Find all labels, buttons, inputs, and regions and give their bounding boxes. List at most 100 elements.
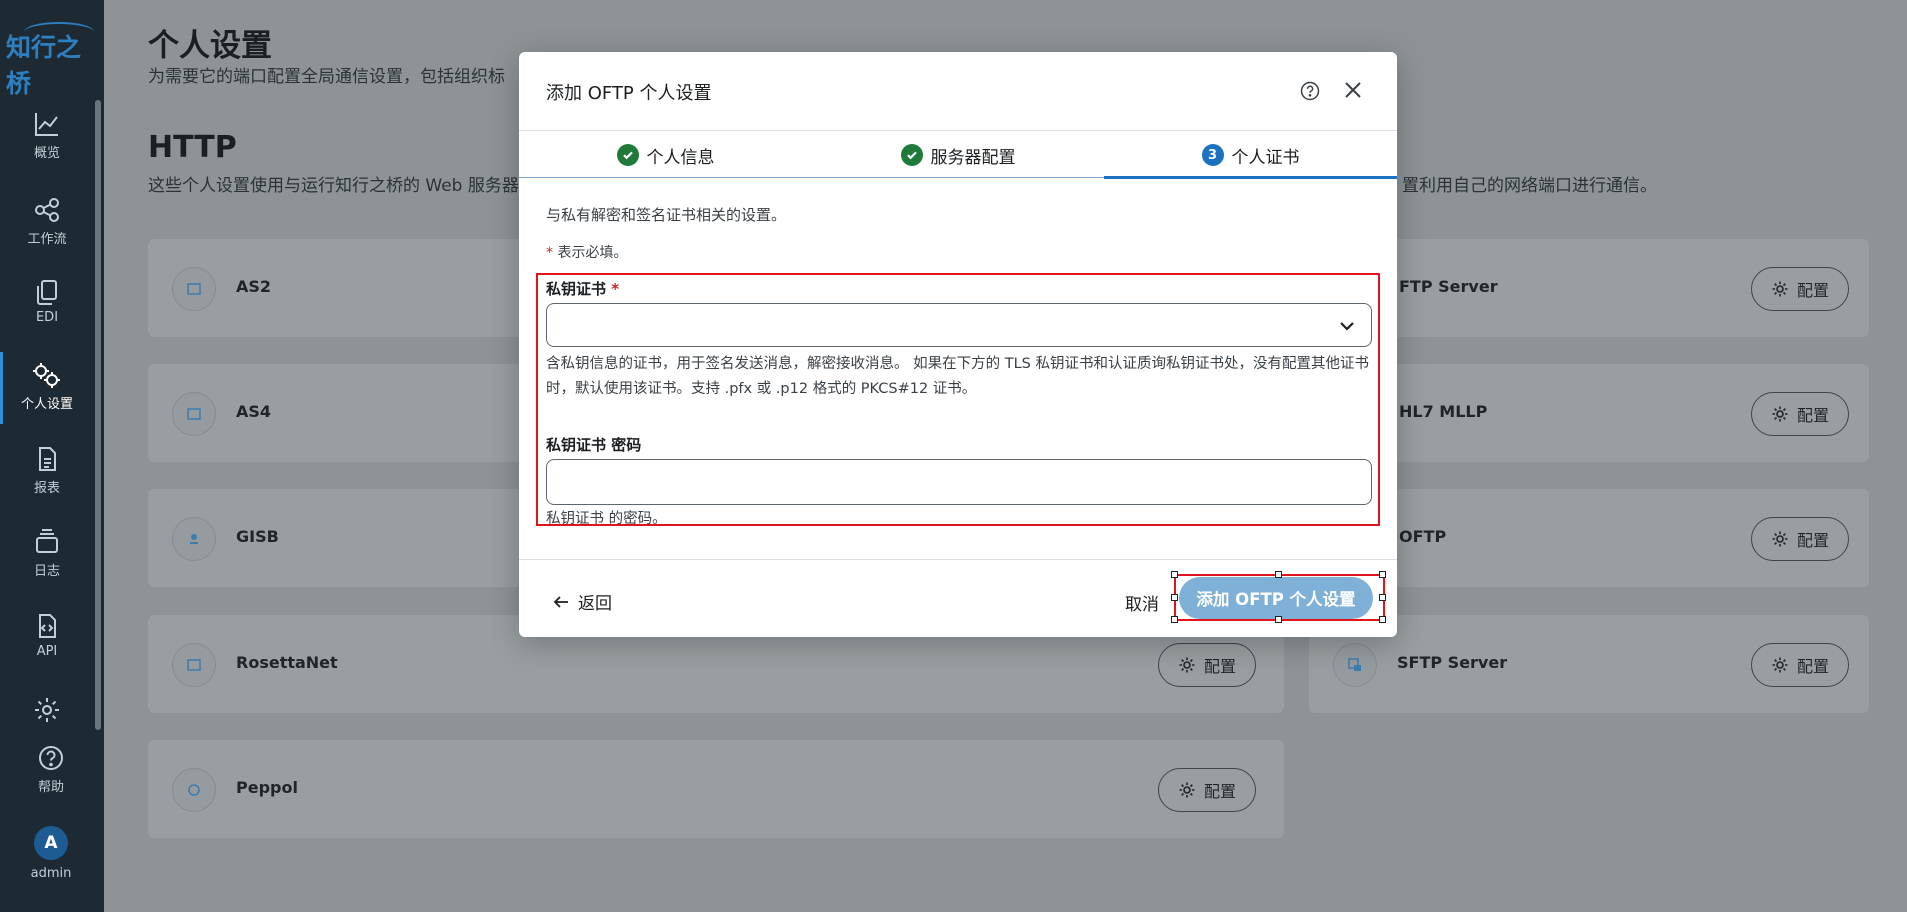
step-label: 服务器配置: [930, 147, 1016, 168]
page-title: 个人设置: [148, 28, 272, 64]
config-button[interactable]: 配置: [1158, 643, 1256, 687]
button-highlight-box: [1174, 574, 1385, 621]
config-button-label: 配置: [1796, 406, 1829, 425]
sidebar-item-help[interactable]: 帮助: [4, 744, 98, 795]
config-button-label: 配置: [1796, 657, 1829, 676]
logo: 知行之桥: [6, 33, 82, 98]
sidebar-item-profiles[interactable]: 个人设置: [0, 361, 94, 412]
config-button[interactable]: 配置: [1751, 643, 1849, 687]
avatar: A: [34, 826, 68, 860]
resize-handle: [1379, 594, 1386, 601]
section-description: 这些个人设置使用与运行知行之桥的 Web 服务器: [148, 176, 519, 196]
step-label: 个人信息: [646, 147, 715, 168]
user-menu[interactable]: A admin: [4, 826, 98, 881]
dialog-title: 添加 OFTP 个人设置: [546, 83, 712, 104]
sidebar-item-label: 个人设置: [20, 397, 73, 412]
resize-handle: [1171, 594, 1178, 601]
sidebar-item-overview[interactable]: 概览: [0, 110, 94, 161]
card-name: FTP Server: [1399, 277, 1498, 296]
stepper-active-indicator: [1104, 176, 1397, 179]
sidebar: 知行之桥 概览 工作流 EDI 个人设置 报表 日志 API 帮助 A admi…: [0, 0, 104, 912]
peppol-icon: [172, 768, 216, 812]
sidebar-item-logs[interactable]: 日志: [0, 528, 94, 579]
sidebar-scrollbar[interactable]: [95, 100, 101, 730]
layers-icon: [36, 529, 58, 553]
config-button-label: 配置: [1203, 657, 1236, 676]
gear-icon: [1772, 531, 1788, 547]
dialog-header: 添加 OFTP 个人设置: [519, 52, 1397, 131]
sidebar-item-label: 工作流: [27, 232, 67, 247]
card-name: HL7 MLLP: [1399, 402, 1488, 421]
card-name: GISB: [236, 527, 279, 546]
user-name: admin: [30, 866, 72, 881]
as4-icon: [172, 392, 216, 436]
resize-handle: [1275, 616, 1282, 623]
required-note: * 表示必填。: [546, 242, 627, 262]
step-label: 个人证书: [1231, 147, 1300, 168]
required-star: *: [546, 245, 553, 261]
copy-files-icon: [37, 280, 57, 305]
sidebar-item-api[interactable]: API: [0, 612, 94, 659]
required-note-text: 表示必填。: [557, 245, 628, 261]
card-name: RosettaNet: [236, 653, 338, 672]
back-button-label: 返回: [578, 594, 612, 614]
card-name: OFTP: [1399, 527, 1447, 546]
config-button-label: 配置: [1203, 782, 1236, 801]
sftp-server-icon: [1333, 643, 1377, 687]
sidebar-item-label: 报表: [33, 481, 60, 496]
sidebar-item-settings[interactable]: [0, 696, 94, 728]
gear-icon: [1772, 406, 1788, 422]
gisb-icon: [172, 517, 216, 561]
sidebar-item-label: EDI: [35, 310, 59, 325]
help-circle-icon: [39, 746, 63, 770]
resize-handle: [1379, 616, 1386, 623]
resize-handle: [1171, 571, 1178, 578]
as2-icon: [172, 267, 216, 311]
sidebar-item-label: 概览: [33, 146, 60, 161]
section-title: HTTP: [148, 130, 237, 165]
check-icon: [900, 144, 923, 166]
chart-line-icon: [35, 113, 58, 136]
help-icon[interactable]: [1299, 80, 1321, 102]
back-button[interactable]: 返回: [552, 589, 612, 614]
resize-handle: [1171, 616, 1178, 623]
card-name: Peppol: [236, 778, 298, 797]
close-icon[interactable]: [1342, 79, 1364, 101]
sidebar-item-reports[interactable]: 报表: [0, 445, 94, 496]
gear-icon: [35, 698, 59, 722]
rosettanet-icon: [172, 643, 216, 687]
cancel-button[interactable]: 取消: [1125, 590, 1159, 615]
check-icon: [616, 144, 639, 166]
sidebar-item-workflow[interactable]: 工作流: [0, 196, 94, 247]
card-name: AS2: [236, 277, 272, 296]
config-button-label: 配置: [1796, 531, 1829, 550]
gear-icon: [1179, 657, 1195, 673]
fields-highlight-box: [536, 273, 1380, 526]
resize-handle: [1275, 571, 1282, 578]
config-button[interactable]: 配置: [1158, 768, 1256, 812]
profile-card-peppol[interactable]: Peppol 配置: [148, 740, 1284, 838]
sidebar-item-label: API: [36, 644, 58, 659]
page-subtitle: 为需要它的端口配置全局通信设置，包括组织标: [148, 67, 505, 87]
step-certificates[interactable]: 3 个人证书: [1104, 131, 1397, 179]
sidebar-item-edi[interactable]: EDI: [0, 278, 94, 325]
document-icon: [39, 447, 56, 471]
card-name: SFTP Server: [1397, 653, 1508, 672]
gear-icon: [1772, 281, 1788, 297]
resize-handle: [1379, 571, 1386, 578]
config-button[interactable]: 配置: [1751, 392, 1849, 436]
config-button[interactable]: 配置: [1751, 267, 1849, 311]
config-button[interactable]: 配置: [1751, 517, 1849, 561]
step-server-config[interactable]: 服务器配置: [812, 131, 1104, 179]
step-number: 3: [1201, 144, 1224, 166]
gear-icon: [1772, 657, 1788, 673]
code-file-icon: [39, 614, 56, 638]
card-name: AS4: [236, 402, 272, 421]
step-profile-info[interactable]: 个人信息: [519, 131, 812, 179]
section-description-continued: 置利用自己的网络端口进行通信。: [1402, 176, 1657, 196]
share-nodes-icon: [35, 198, 59, 222]
arrow-left-icon: [553, 595, 568, 608]
sidebar-item-label: 帮助: [37, 780, 64, 795]
section-intro: 与私有解密和签名证书相关的设置。: [546, 206, 787, 224]
gear-icon: [1179, 782, 1195, 798]
